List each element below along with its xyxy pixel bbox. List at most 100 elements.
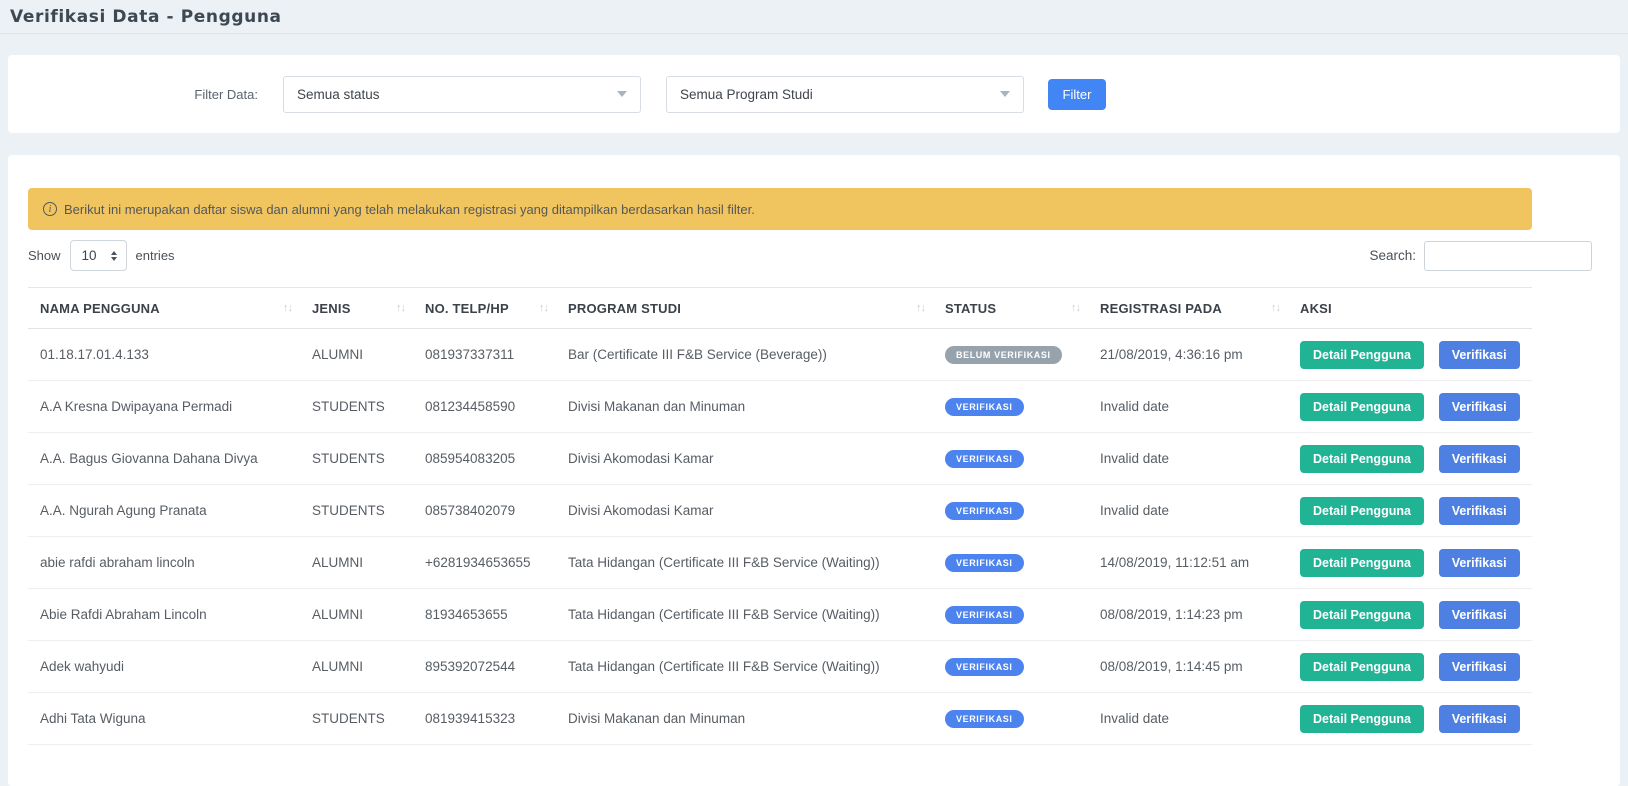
cell-program-studi: Divisi Akomodasi Kamar [556,433,933,485]
page-title: Verifikasi Data - Pengguna [10,7,282,27]
detail-pengguna-button[interactable]: Detail Pengguna [1300,445,1424,473]
cell-registrasi-pada: Invalid date [1088,485,1288,537]
column-header-aksi: AKSI [1288,288,1532,329]
show-entries-control: Show 10 entries [28,240,175,271]
table-row: A.A Kresna Dwipayana Permadi STUDENTS 08… [28,381,1532,433]
cell-status: VERIFIKASI [933,693,1088,745]
detail-pengguna-button[interactable]: Detail Pengguna [1300,653,1424,681]
column-label: PROGRAM STUDI [568,301,681,316]
cell-aksi: Detail Pengguna Verifikasi [1288,329,1532,381]
table-controls: Show 10 entries Search: [28,240,1592,271]
cell-jenis: STUDENTS [300,693,413,745]
search-control: Search: [1369,241,1592,271]
cell-status: VERIFIKASI [933,641,1088,693]
cell-nama-pengguna: A.A. Ngurah Agung Pranata [28,485,300,537]
column-header-nama-pengguna[interactable]: NAMA PENGGUNA↑↓ [28,288,300,329]
table-row: A.A. Ngurah Agung Pranata STUDENTS 08573… [28,485,1532,537]
cell-jenis: STUDENTS [300,485,413,537]
up-down-arrows-icon [111,251,117,261]
verifikasi-button[interactable]: Verifikasi [1439,393,1520,421]
cell-registrasi-pada: 08/08/2019, 1:14:45 pm [1088,641,1288,693]
table-row: Adek wahyudi ALUMNI 895392072544 Tata Hi… [28,641,1532,693]
column-header-program-studi[interactable]: PROGRAM STUDI↑↓ [556,288,933,329]
search-input[interactable] [1424,241,1592,271]
verifikasi-button[interactable]: Verifikasi [1439,653,1520,681]
verifikasi-button[interactable]: Verifikasi [1439,705,1520,733]
cell-jenis: ALUMNI [300,537,413,589]
table-row: Abie Rafdi Abraham Lincoln ALUMNI 819346… [28,589,1532,641]
cell-registrasi-pada: Invalid date [1088,381,1288,433]
cell-registrasi-pada: 21/08/2019, 4:36:16 pm [1088,329,1288,381]
column-header-jenis[interactable]: JENIS↑↓ [300,288,413,329]
cell-aksi: Detail Pengguna Verifikasi [1288,381,1532,433]
table-row: 01.18.17.01.4.133 ALUMNI 081937337311 Ba… [28,329,1532,381]
status-badge: VERIFIKASI [945,554,1024,572]
column-header-registrasi-pada[interactable]: REGISTRASI PADA↑↓ [1088,288,1288,329]
sort-arrows-icon: ↑↓ [396,302,405,314]
status-select-value: Semua status [297,87,380,102]
verifikasi-button[interactable]: Verifikasi [1439,445,1520,473]
status-badge: VERIFIKASI [945,398,1024,416]
chevron-down-icon [617,91,627,97]
cell-jenis: ALUMNI [300,329,413,381]
cell-status: VERIFIKASI [933,433,1088,485]
verifikasi-button[interactable]: Verifikasi [1439,341,1520,369]
page-header: Verifikasi Data - Pengguna [0,0,1628,34]
cell-jenis: ALUMNI [300,641,413,693]
cell-registrasi-pada: Invalid date [1088,433,1288,485]
entries-per-page-select[interactable]: 10 [70,240,127,271]
info-icon: i [43,202,57,216]
table-row: abie rafdi abraham lincoln ALUMNI +62819… [28,537,1532,589]
detail-pengguna-button[interactable]: Detail Pengguna [1300,705,1424,733]
table-row: Adhi Tata Wiguna STUDENTS 081939415323 D… [28,693,1532,745]
filter-data-label: Filter Data: [192,87,258,102]
cell-jenis: ALUMNI [300,589,413,641]
detail-pengguna-button[interactable]: Detail Pengguna [1300,393,1424,421]
program-studi-select[interactable]: Semua Program Studi [666,76,1024,113]
cell-aksi: Detail Pengguna Verifikasi [1288,537,1532,589]
page: Verifikasi Data - Pengguna Filter Data: … [0,0,1628,786]
detail-pengguna-button[interactable]: Detail Pengguna [1300,601,1424,629]
show-label: Show [28,248,61,263]
column-label: NO. TELP/HP [425,301,509,316]
cell-program-studi: Tata Hidangan (Certificate III F&B Servi… [556,641,933,693]
cell-status: VERIFIKASI [933,589,1088,641]
cell-no-telp: +6281934653655 [413,537,556,589]
sort-arrows-icon: ↑↓ [283,302,292,314]
column-label: REGISTRASI PADA [1100,301,1222,316]
sort-arrows-icon: ↑↓ [539,302,548,314]
entries-label: entries [136,248,175,263]
detail-pengguna-button[interactable]: Detail Pengguna [1300,341,1424,369]
status-badge: VERIFIKASI [945,502,1024,520]
cell-program-studi: Bar (Certificate III F&B Service (Bevera… [556,329,933,381]
cell-aksi: Detail Pengguna Verifikasi [1288,433,1532,485]
cell-aksi: Detail Pengguna Verifikasi [1288,589,1532,641]
cell-registrasi-pada: 14/08/2019, 11:12:51 am [1088,537,1288,589]
cell-nama-pengguna: 01.18.17.01.4.133 [28,329,300,381]
verifikasi-button[interactable]: Verifikasi [1439,549,1520,577]
column-header-no-telp-hp[interactable]: NO. TELP/HP ↑↓ [413,288,556,329]
cell-aksi: Detail Pengguna Verifikasi [1288,641,1532,693]
info-banner-text: Berikut ini merupakan daftar siswa dan a… [64,202,755,217]
cell-status: VERIFIKASI [933,537,1088,589]
cell-no-telp: 085738402079 [413,485,556,537]
detail-pengguna-button[interactable]: Detail Pengguna [1300,497,1424,525]
table-row: A.A. Bagus Giovanna Dahana Divya STUDENT… [28,433,1532,485]
detail-pengguna-button[interactable]: Detail Pengguna [1300,549,1424,577]
verifikasi-button[interactable]: Verifikasi [1439,497,1520,525]
status-badge: VERIFIKASI [945,710,1024,728]
verifikasi-button[interactable]: Verifikasi [1439,601,1520,629]
cell-no-telp: 81934653655 [413,589,556,641]
search-label: Search: [1369,248,1416,263]
status-select[interactable]: Semua status [283,76,641,113]
cell-registrasi-pada: Invalid date [1088,693,1288,745]
status-badge: BELUM VERIFIKASI [945,346,1062,364]
status-badge: VERIFIKASI [945,450,1024,468]
cell-nama-pengguna: Adek wahyudi [28,641,300,693]
column-header-status[interactable]: STATUS↑↓ [933,288,1088,329]
cell-program-studi: Divisi Akomodasi Kamar [556,485,933,537]
cell-status: BELUM VERIFIKASI [933,329,1088,381]
cell-registrasi-pada: 08/08/2019, 1:14:23 pm [1088,589,1288,641]
filter-button[interactable]: Filter [1048,79,1106,110]
cell-no-telp: 081937337311 [413,329,556,381]
